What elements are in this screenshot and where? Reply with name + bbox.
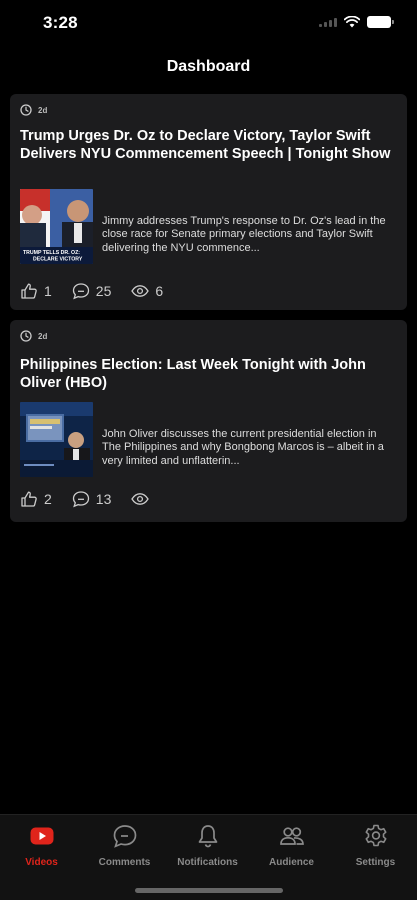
status-icons xyxy=(319,16,394,28)
video-meta: 2d xyxy=(20,104,47,116)
video-stats: 2 13 xyxy=(20,490,175,508)
comment-icon xyxy=(72,283,89,300)
eye-icon xyxy=(131,493,150,505)
cellular-signal-icon xyxy=(319,17,337,27)
likes-stat: 2 xyxy=(20,490,52,508)
people-icon xyxy=(279,827,304,845)
comments-count: 25 xyxy=(95,283,112,299)
tab-settings[interactable]: Settings xyxy=(334,823,417,868)
tab-label: Settings xyxy=(355,857,396,868)
bell-icon xyxy=(198,825,217,848)
clock-icon xyxy=(20,330,32,342)
comments-stat: 13 xyxy=(72,490,112,508)
video-age: 2d xyxy=(38,331,48,341)
tab-audience[interactable]: Audience xyxy=(250,823,333,868)
gear-icon xyxy=(365,824,386,847)
video-age: 2d xyxy=(38,105,48,115)
comment-bubble-icon xyxy=(113,825,136,848)
tab-comments[interactable]: Comments xyxy=(83,823,166,868)
video-card[interactable]: 2d Philippines Election: Last Week Tonig… xyxy=(10,320,407,522)
youtube-icon xyxy=(30,827,53,845)
tab-label: Comments xyxy=(98,857,151,868)
thumbnail-caption-2: DECLARE VICTORY xyxy=(33,257,83,263)
tab-label: Videos xyxy=(25,857,58,868)
page-title: Dashboard xyxy=(166,58,251,75)
home-indicator[interactable] xyxy=(135,888,283,893)
eye-icon xyxy=(131,285,150,297)
wifi-icon xyxy=(344,16,360,28)
video-description: John Oliver discusses the current presid… xyxy=(102,428,384,467)
thumbnail-image xyxy=(20,402,93,477)
thumbs-up-icon xyxy=(21,283,37,299)
thumbnail-caption-1: TRUMP TELLS DR. OZ: xyxy=(23,250,80,256)
tab-label: Notifications xyxy=(177,857,238,868)
video-description: Jimmy addresses Trump's response to Dr. … xyxy=(102,215,386,254)
views-stat: 6 xyxy=(131,282,163,300)
comment-icon xyxy=(72,491,89,508)
comments-count: 13 xyxy=(95,491,112,507)
status-time: 3:28 xyxy=(43,13,78,32)
video-thumbnail[interactable] xyxy=(20,402,93,477)
tab-label: Audience xyxy=(268,857,314,868)
likes-stat: 1 xyxy=(20,282,52,300)
clock-icon xyxy=(20,104,32,116)
video-thumbnail[interactable]: TRUMP TELLS DR. OZ: DECLARE VICTORY xyxy=(20,189,93,264)
comments-stat: 25 xyxy=(72,282,112,300)
tab-notifications[interactable]: Notifications xyxy=(166,823,249,868)
thumbs-up-icon xyxy=(21,491,37,507)
views-stat xyxy=(131,490,155,508)
status-bar: 3:28 xyxy=(0,0,417,48)
video-meta: 2d xyxy=(20,330,47,342)
video-stats: 1 25 6 xyxy=(20,282,183,300)
thumbnail-image: TRUMP TELLS DR. OZ: DECLARE VICTORY xyxy=(20,189,93,264)
views-count: 6 xyxy=(155,283,164,299)
tab-videos[interactable]: Videos xyxy=(0,823,83,868)
battery-icon xyxy=(367,16,394,28)
likes-count: 2 xyxy=(44,491,52,507)
likes-count: 1 xyxy=(44,283,52,299)
video-title[interactable]: Philippines Election: Last Week Tonight … xyxy=(20,356,395,392)
video-card[interactable]: 2d Trump Urges Dr. Oz to Declare Victory… xyxy=(10,94,407,310)
video-title[interactable]: Trump Urges Dr. Oz to Declare Victory, T… xyxy=(20,127,395,163)
